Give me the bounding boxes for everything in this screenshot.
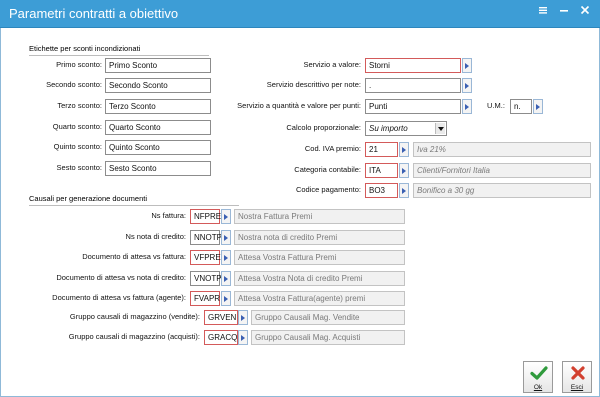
esci-button-label: Esci bbox=[570, 384, 584, 391]
servizio-valore-zoom-icon[interactable] bbox=[462, 58, 472, 73]
attesa-nota-credito-zoom-icon[interactable] bbox=[221, 271, 231, 286]
calcolo-label: Calcolo proporzionale: bbox=[286, 123, 361, 132]
attesa-nota-credito-label: Documento di attesa vs nota di credito: bbox=[56, 273, 186, 282]
attesa-fattura-code-field[interactable]: VFPRE bbox=[190, 250, 221, 265]
window-title: Parametri contratti a obiettivo bbox=[9, 6, 179, 21]
ns-fattura-label: Ns fattura: bbox=[151, 211, 186, 220]
primo-sconto-field[interactable]: Primo Sconto bbox=[105, 58, 211, 73]
servizio-valore-field[interactable]: Storni bbox=[365, 58, 461, 73]
pagamento-desc-field: Bonifico a 30 gg bbox=[413, 183, 591, 198]
servizio-note-zoom-icon[interactable] bbox=[462, 78, 472, 93]
pagamento-label: Codice pagamento: bbox=[295, 185, 361, 194]
gruppo-vendite-label: Gruppo causali di magazzino (vendite): bbox=[69, 312, 200, 321]
section-divider bbox=[29, 205, 239, 206]
categoria-desc-field: Clienti/Fornitori Italia bbox=[413, 163, 591, 178]
attesa-fattura-zoom-icon[interactable] bbox=[221, 250, 231, 265]
categoria-code-field[interactable]: ITA bbox=[365, 163, 398, 178]
gruppo-acquisti-zoom-icon[interactable] bbox=[238, 330, 248, 345]
section-etichette-title: Etichette per sconti incondizionati bbox=[29, 44, 141, 53]
terzo-sconto-label: Terzo sconto: bbox=[57, 101, 102, 110]
servizio-note-field[interactable]: . bbox=[365, 78, 461, 93]
quarto-sconto-label: Quarto sconto: bbox=[52, 122, 102, 131]
servizio-quantita-label: Servizio a quantità e valore per punti: bbox=[237, 101, 361, 110]
gruppo-acquisti-code-field[interactable]: GRACQ bbox=[204, 330, 238, 345]
iva-zoom-icon[interactable] bbox=[399, 142, 409, 157]
close-icon[interactable] bbox=[578, 5, 592, 19]
calcolo-combo-value: Su importo bbox=[369, 124, 408, 133]
attesa-fattura-agente-zoom-icon[interactable] bbox=[221, 291, 231, 306]
iva-code-field[interactable]: 21 bbox=[365, 142, 398, 157]
pagamento-zoom-icon[interactable] bbox=[399, 183, 409, 198]
servizio-note-label: Servizio descrittivo per note: bbox=[266, 80, 361, 89]
attesa-fattura-agente-code-field[interactable]: FVAPR bbox=[190, 291, 220, 306]
ok-button-label: Ok bbox=[533, 384, 543, 391]
um-field[interactable]: n. bbox=[510, 99, 532, 114]
sesto-sconto-label: Sesto sconto: bbox=[56, 163, 102, 172]
servizio-valore-label: Servizio a valore: bbox=[303, 60, 361, 69]
gruppo-vendite-code-field[interactable]: GRVEN bbox=[204, 310, 238, 325]
attesa-fattura-desc-field: Attesa Vostra Fattura Premi bbox=[234, 250, 405, 265]
quinto-sconto-field[interactable]: Quinto Sconto bbox=[105, 140, 211, 155]
esci-button[interactable]: Esci bbox=[562, 361, 592, 393]
gruppo-vendite-desc-field: Gruppo Causali Mag. Vendite bbox=[251, 310, 405, 325]
exit-cross-icon bbox=[571, 366, 585, 380]
chevron-down-icon[interactable] bbox=[435, 123, 445, 134]
ns-fattura-desc-field: Nostra Fattura Premi bbox=[234, 209, 405, 224]
primo-sconto-label: Primo sconto: bbox=[56, 60, 102, 69]
gruppo-vendite-zoom-icon[interactable] bbox=[238, 310, 248, 325]
ns-nota-credito-zoom-icon[interactable] bbox=[221, 230, 231, 245]
gruppo-acquisti-label: Gruppo causali di magazzino (acquisti): bbox=[68, 332, 200, 341]
minimize-icon[interactable] bbox=[557, 5, 571, 19]
attesa-nota-credito-desc-field: Attesa Vostra Nota di credito Premi bbox=[234, 271, 405, 286]
iva-desc-field: Iva 21% bbox=[413, 142, 591, 157]
servizio-quantita-field[interactable]: Punti bbox=[365, 99, 461, 114]
ns-nota-credito-code-field[interactable]: NNOTP bbox=[190, 230, 222, 245]
attesa-nota-credito-code-field[interactable]: VNOTP bbox=[190, 271, 222, 286]
checkmark-icon bbox=[530, 366, 548, 380]
categoria-zoom-icon[interactable] bbox=[399, 163, 409, 178]
um-label: U.M.: bbox=[487, 101, 505, 110]
um-zoom-icon[interactable] bbox=[533, 99, 543, 114]
ns-nota-credito-label: Ns nota di credito: bbox=[125, 232, 186, 241]
attesa-fattura-agente-label: Documento di attesa vs fattura (agente): bbox=[52, 293, 186, 302]
ns-fattura-code-field[interactable]: NFPRE bbox=[190, 209, 221, 224]
pagamento-code-field[interactable]: BO3 bbox=[365, 183, 398, 198]
sesto-sconto-field[interactable]: Sesto Sconto bbox=[105, 161, 211, 176]
quinto-sconto-label: Quinto sconto: bbox=[53, 142, 102, 151]
attesa-fattura-agente-desc-field: Attesa Vostra Fattura(agente) premi bbox=[234, 291, 405, 306]
servizio-quantita-zoom-icon[interactable] bbox=[462, 99, 472, 114]
secondo-sconto-field[interactable]: Secondo Sconto bbox=[105, 78, 211, 93]
title-bar: Parametri contratti a obiettivo bbox=[0, 0, 600, 28]
menu-icon[interactable] bbox=[536, 5, 550, 19]
ok-button[interactable]: Ok bbox=[523, 361, 553, 393]
attesa-fattura-label: Documento di attesa vs fattura: bbox=[82, 252, 186, 261]
secondo-sconto-label: Secondo sconto: bbox=[46, 80, 102, 89]
terzo-sconto-field[interactable]: Terzo Sconto bbox=[105, 99, 211, 114]
section-causali-title: Causali per generazione documenti bbox=[29, 194, 147, 203]
iva-label: Cod. IVA premio: bbox=[304, 144, 361, 153]
quarto-sconto-field[interactable]: Quarto Sconto bbox=[105, 120, 211, 135]
section-divider bbox=[29, 55, 209, 56]
dialog-body: Etichette per sconti incondizionati Prim… bbox=[0, 28, 600, 397]
categoria-label: Categoria contabile: bbox=[294, 165, 361, 174]
ns-fattura-zoom-icon[interactable] bbox=[221, 209, 231, 224]
ns-nota-credito-desc-field: Nostra nota di credito Premi bbox=[234, 230, 405, 245]
calcolo-combo[interactable]: Su importo bbox=[365, 121, 447, 136]
gruppo-acquisti-desc-field: Gruppo Causali Mag. Acquisti bbox=[251, 330, 405, 345]
